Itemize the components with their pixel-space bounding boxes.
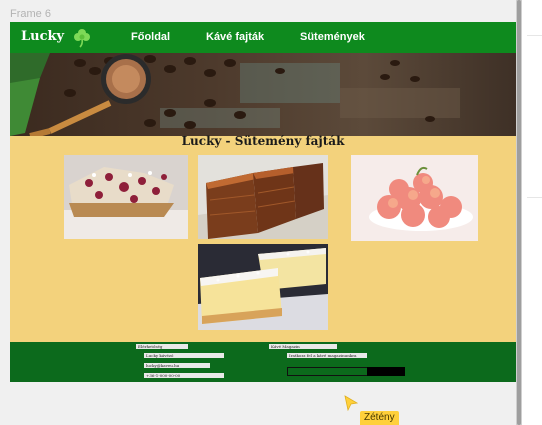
nav-cakes-link[interactable]: Sütemények (300, 31, 365, 43)
clover-icon (74, 29, 90, 48)
hero-coffee-banner (10, 53, 516, 136)
right-divider (527, 197, 542, 198)
footer-cafe-name: Lucky kávézó (144, 353, 224, 358)
footer-contact-heading: Elérhetőség (136, 344, 188, 349)
frame-label[interactable]: Frame 6 (10, 8, 51, 20)
site-footer: Elérhetőség Lucky kávézó lucky@kaveu.hu … (10, 342, 516, 382)
right-divider (527, 35, 542, 36)
page-title: Lucky - Sütemény fajták (181, 134, 345, 148)
cake-photo-cream-slice[interactable] (198, 244, 328, 330)
newsletter-subscribe-button[interactable] (367, 367, 405, 376)
cake-photo-cranberry[interactable] (64, 155, 188, 239)
design-frame[interactable]: Lucky Főoldal Kávé fajták Sütemények Luc… (10, 22, 516, 382)
cake-photo-honey-layer[interactable] (198, 155, 328, 239)
footer-subscribe-text: Iratkozz fel a kávé magazinunkra (287, 353, 367, 358)
scrollbar-thumb[interactable] (517, 0, 521, 425)
cake-photo-peach-cookies[interactable] (351, 155, 478, 241)
site-logo[interactable]: Lucky (21, 29, 64, 44)
nav-home-link[interactable]: Főoldal (131, 31, 170, 43)
footer-email: lucky@kaveu.hu (144, 363, 210, 368)
newsletter-email-input[interactable] (287, 367, 369, 376)
footer-magazine-heading: Kávé Magazin (269, 344, 337, 349)
collaborator-name-tag: Zétény (360, 411, 399, 425)
top-navbar: Lucky Főoldal Kávé fajták Sütemények (10, 22, 516, 53)
collaborator-cursor-icon (344, 395, 358, 411)
nav-coffee-types-link[interactable]: Kávé fajták (206, 31, 264, 43)
footer-phone: +36-1-000-00-00 (144, 373, 224, 378)
